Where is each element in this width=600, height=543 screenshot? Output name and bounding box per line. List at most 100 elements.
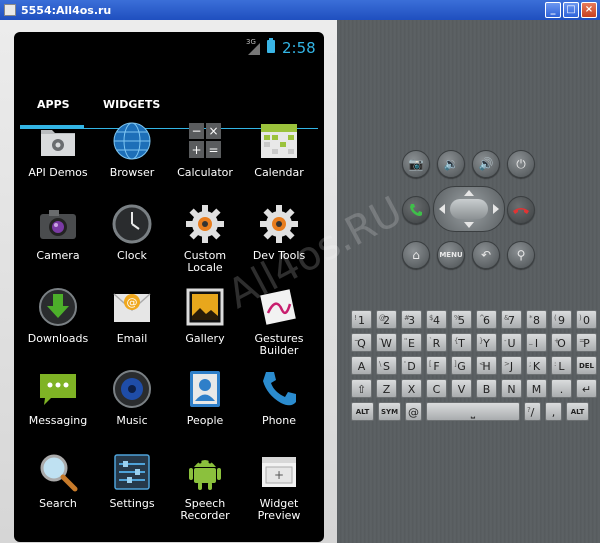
app-phone[interactable]: Phone (243, 368, 315, 448)
key-2[interactable]: @2 (376, 310, 397, 329)
key-v[interactable]: V (451, 379, 472, 398)
camera-button[interactable]: 📷 (402, 150, 430, 178)
key-sym[interactable]: SYM (378, 402, 401, 421)
key-e[interactable]: " E (401, 333, 422, 352)
key-8[interactable]: * 8 (526, 310, 547, 329)
key-5[interactable]: % 5 (451, 310, 472, 329)
svg-text:−: − (191, 124, 201, 138)
close-button[interactable]: × (581, 2, 597, 18)
home-button[interactable]: ⌂ (402, 241, 430, 269)
power-button[interactable]: ⏻ (507, 150, 535, 178)
dpad-center-button[interactable] (450, 199, 488, 219)
key-4[interactable]: $4 (426, 310, 447, 329)
key-x[interactable]: X (401, 379, 422, 398)
key-3[interactable]: #3 (401, 310, 422, 329)
key-label: A (357, 360, 366, 373)
end-call-button[interactable] (507, 196, 535, 224)
key-@[interactable]: @ (405, 402, 422, 421)
key-z[interactable]: Z (376, 379, 397, 398)
key-g[interactable]: ] G (451, 356, 472, 375)
key-,[interactable]: , (545, 402, 562, 421)
dpad-down-icon[interactable] (464, 222, 474, 228)
app-downloads[interactable]: Downloads (22, 286, 94, 366)
key-0[interactable]: ) 0 (576, 310, 597, 329)
app-music[interactable]: Music (96, 368, 168, 448)
key-c[interactable]: C (426, 379, 447, 398)
app-label: Camera (36, 249, 80, 262)
key-p[interactable]: = P (576, 333, 597, 352)
key-delete[interactable]: DEL (576, 356, 597, 375)
key-q[interactable]: ~ Q (351, 333, 372, 352)
key-alt-label: @ (379, 314, 386, 322)
key-label: S (383, 360, 390, 373)
app-widget-preview[interactable]: + Widget Preview (243, 451, 315, 531)
app-speech-recorder[interactable]: Speech Recorder (169, 451, 241, 531)
app-calendar[interactable]: Calendar (243, 120, 315, 200)
app-settings[interactable]: Settings (96, 451, 168, 531)
key-6[interactable]: ^ 6 (476, 310, 497, 329)
key-k[interactable]: ; K (526, 356, 547, 375)
volume-down-button[interactable]: 🔉 (437, 150, 465, 178)
app-camera[interactable]: Camera (22, 203, 94, 283)
dpad-left-icon[interactable] (439, 204, 445, 214)
maximize-button[interactable]: □ (563, 2, 579, 18)
tab-widgets[interactable]: WIDGETS (103, 98, 160, 111)
key-f[interactable]: [F (426, 356, 447, 375)
menu-button[interactable]: MENU (437, 241, 465, 269)
app-calculator[interactable]: − × + = Calculator (169, 120, 241, 200)
app-gallery[interactable]: Gallery (169, 286, 241, 366)
key-.[interactable]: . (551, 379, 572, 398)
dpad-right-icon[interactable] (493, 204, 499, 214)
app-dev-tools[interactable]: Dev Tools (243, 203, 315, 283)
tab-apps[interactable]: APPS (37, 98, 70, 111)
key-u[interactable]: -U (501, 333, 522, 352)
back-button[interactable]: ↶ (472, 241, 500, 269)
key-space[interactable]: ⎵ (426, 402, 520, 421)
key-shift[interactable]: ⇧ (351, 379, 372, 398)
status-bar[interactable]: 3G 2:58 (14, 32, 324, 62)
volume-up-button[interactable]: 🔊 (472, 150, 500, 178)
key-alt-label: > (504, 360, 510, 368)
key-n[interactable]: N (501, 379, 522, 398)
key-alt[interactable]: ALT (566, 402, 589, 421)
minimize-button[interactable]: _ (545, 2, 561, 18)
key-label: / (530, 406, 535, 419)
app-browser[interactable]: Browser (96, 120, 168, 200)
key-1[interactable]: ! 1 (351, 310, 372, 329)
key-label: M (531, 383, 542, 396)
app-clock[interactable]: Clock (96, 203, 168, 283)
key-b[interactable]: B (476, 379, 497, 398)
key-i[interactable]: _ I (526, 333, 547, 352)
app-api-demos[interactable]: API Demos (22, 120, 94, 200)
key-y[interactable]: } Y (476, 333, 497, 352)
key-w[interactable]: " W (376, 333, 397, 352)
key-j[interactable]: > J (501, 356, 522, 375)
key-o[interactable]: + O (551, 333, 572, 352)
app-people[interactable]: People (169, 368, 241, 448)
key-h[interactable]: < H (476, 356, 497, 375)
window-titlebar[interactable]: 5554:All4os.ru _ □ × (0, 0, 600, 20)
key-a[interactable]: A (351, 356, 372, 375)
key-m[interactable]: M (526, 379, 547, 398)
dpad-up-icon[interactable] (464, 190, 474, 196)
app-custom-locale[interactable]: Custom Locale (169, 203, 241, 283)
key-/[interactable]: ? / (524, 402, 541, 421)
key-d[interactable]: ' D (401, 356, 422, 375)
call-button[interactable] (402, 196, 430, 224)
key-l[interactable]: :L (551, 356, 572, 375)
app-gestures-builder[interactable]: Gestures Builder (243, 286, 315, 366)
app-email[interactable]: @ Email (96, 286, 168, 366)
key-alt[interactable]: ALT (351, 402, 374, 421)
dpad[interactable] (433, 186, 505, 232)
key-r[interactable]: ` R (426, 333, 447, 352)
end-call-icon (513, 208, 529, 214)
key-t[interactable]: {T (451, 333, 472, 352)
search-button[interactable]: ⚲ (507, 241, 535, 269)
app-messaging[interactable]: Messaging (22, 368, 94, 448)
key-enter[interactable]: ↵ (576, 379, 597, 398)
key-s[interactable]: \ S (376, 356, 397, 375)
device-screen[interactable]: 3G 2:58 APPS WIDGETS API Demos Browser − × +… (14, 32, 324, 542)
app-search[interactable]: Search (22, 451, 94, 531)
key-9[interactable]: (9 (551, 310, 572, 329)
key-7[interactable]: & 7 (501, 310, 522, 329)
